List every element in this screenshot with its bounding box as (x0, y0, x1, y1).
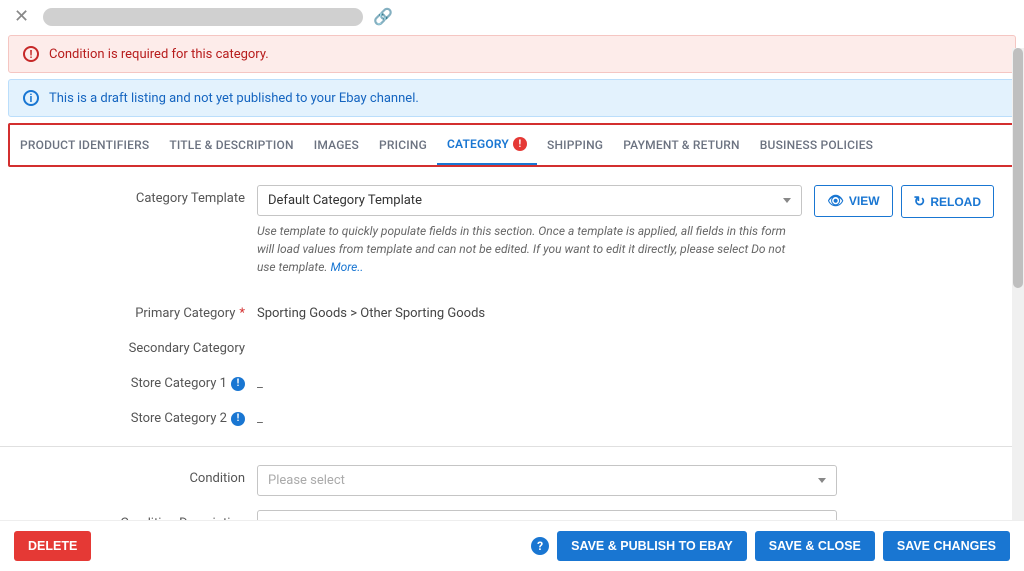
error-text: Condition is required for this category. (49, 47, 269, 62)
info-alert: i This is a draft listing and not yet pu… (8, 79, 1016, 117)
reload-icon (914, 193, 926, 210)
tab-shipping[interactable]: SHIPPING (537, 125, 613, 165)
chevron-down-icon (818, 478, 826, 483)
primary-category-value: Sporting Goods > Other Sporting Goods (257, 300, 485, 321)
category-template-select[interactable]: Default Category Template (257, 185, 802, 216)
category-template-label: Category Template (30, 185, 245, 206)
reload-button[interactable]: RELOAD (901, 185, 994, 218)
help-icon[interactable]: ? (531, 537, 549, 555)
error-icon: ! (23, 46, 39, 62)
store-category-2-value: _ (257, 405, 263, 426)
tab-product-identifiers[interactable]: PRODUCT IDENTIFIERS (10, 125, 159, 165)
condition-select[interactable]: Please select (257, 465, 837, 496)
info-icon: i (23, 90, 39, 106)
save-close-button[interactable]: SAVE & CLOSE (755, 531, 875, 561)
error-alert: ! Condition is required for this categor… (8, 35, 1016, 73)
store-category-2-label: Store Category 2 ! (30, 405, 245, 426)
tab-pricing[interactable]: PRICING (369, 125, 437, 165)
chevron-down-icon (783, 198, 791, 203)
condition-label: Condition (30, 465, 245, 486)
info-text: This is a draft listing and not yet publ… (49, 91, 419, 106)
alert-badge-icon: ! (513, 137, 527, 151)
tab-category[interactable]: CATEGORY ! (437, 125, 537, 165)
eye-icon (827, 193, 844, 209)
tabs-highlight-box: PRODUCT IDENTIFIERS TITLE & DESCRIPTION … (8, 123, 1016, 167)
info-dot-icon[interactable]: ! (231, 377, 245, 391)
footer-bar: DELETE ? SAVE & PUBLISH TO EBAY SAVE & C… (0, 520, 1024, 571)
tab-business-policies[interactable]: BUSINESS POLICIES (750, 125, 883, 165)
save-changes-button[interactable]: SAVE CHANGES (883, 531, 1010, 561)
delete-button[interactable]: DELETE (14, 531, 91, 561)
close-icon[interactable]: ✕ (10, 6, 33, 27)
store-category-1-value: _ (257, 370, 263, 391)
link-icon[interactable]: 🔗 (373, 7, 393, 26)
tab-bar: PRODUCT IDENTIFIERS TITLE & DESCRIPTION … (10, 125, 1014, 165)
store-category-1-label: Store Category 1 ! (30, 370, 245, 391)
secondary-category-label: Secondary Category (30, 335, 245, 356)
scrollbar-thumb[interactable] (1013, 48, 1023, 288)
tab-images[interactable]: IMAGES (304, 125, 369, 165)
tab-title-description[interactable]: TITLE & DESCRIPTION (159, 125, 303, 165)
more-link[interactable]: More.. (330, 260, 363, 274)
title-placeholder (43, 8, 363, 26)
template-helper-text: Use template to quickly populate fields … (257, 222, 802, 276)
tab-payment-return[interactable]: PAYMENT & RETURN (613, 125, 750, 165)
save-publish-button[interactable]: SAVE & PUBLISH TO EBAY (557, 531, 747, 561)
primary-category-label: Primary Category* (30, 300, 245, 321)
info-dot-icon[interactable]: ! (231, 412, 245, 426)
view-button[interactable]: VIEW (814, 185, 892, 217)
scrollbar-track[interactable] (1012, 48, 1024, 521)
